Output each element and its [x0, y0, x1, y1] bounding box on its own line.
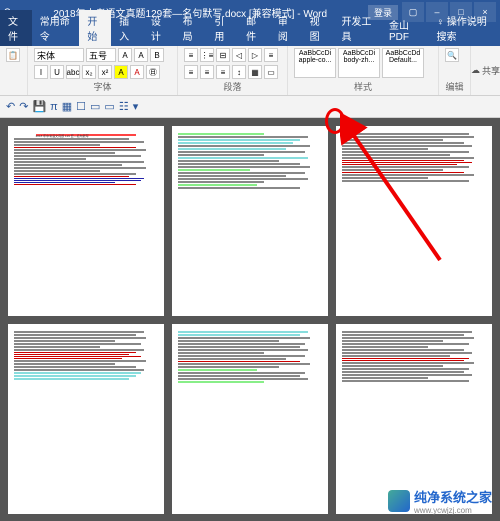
watermark: 纯净系统之家 www.ycwjzj.com	[388, 487, 492, 515]
page-thumbnail[interactable]	[336, 126, 492, 316]
line-spacing-button[interactable]: ↕	[232, 65, 246, 79]
tab-references[interactable]: 引用	[206, 10, 238, 46]
tab-home[interactable]: 开始	[79, 10, 111, 46]
style-item[interactable]: AaBbCcDdDefault...	[382, 48, 424, 78]
borders-button[interactable]: ▭	[264, 65, 278, 79]
shape-icon[interactable]: ☷	[119, 100, 129, 113]
tab-design[interactable]: 设计	[143, 10, 175, 46]
bullets-button[interactable]: ≡	[184, 48, 198, 62]
underline-button[interactable]: U	[50, 65, 64, 79]
page-thumbnail[interactable]	[8, 324, 164, 514]
font-family-select[interactable]: 宋体	[34, 48, 84, 62]
paragraph-group-label: 段落	[184, 80, 281, 93]
more-icon[interactable]: ▾	[133, 100, 139, 113]
pi-icon[interactable]: π	[50, 101, 58, 113]
styles-group-label: 样式	[294, 80, 432, 93]
align-left-button[interactable]: ≡	[264, 48, 278, 62]
increase-indent-button[interactable]: ▷	[248, 48, 262, 62]
text-effects-button[interactable]: x₂	[82, 65, 96, 79]
increase-font-button[interactable]: A	[118, 48, 132, 62]
font-group-label: 字体	[34, 80, 171, 93]
font-color-button[interactable]: A	[130, 65, 144, 79]
watermark-url: www.ycwjzj.com	[414, 506, 492, 515]
ribbon: 📋 宋体 五号 A A B I U abc x₂ x² A A ㊐ 字体 ≡ ⋮…	[0, 46, 500, 96]
watermark-brand: 纯净系统之家	[414, 487, 492, 506]
style-item[interactable]: AaBbCcDibody-zh...	[338, 48, 380, 78]
doc-icon[interactable]: ☐	[76, 100, 86, 113]
numbering-button[interactable]: ⋮≡	[200, 48, 214, 62]
document-canvas[interactable]: 2018 年中考语文真题 129 套—名句默写	[0, 118, 500, 521]
superscript-button[interactable]: x²	[98, 65, 112, 79]
page-thumbnail[interactable]: 2018 年中考语文真题 129 套—名句默写	[8, 126, 164, 316]
tab-review[interactable]: 审阅	[270, 10, 302, 46]
style-item[interactable]: AaBbCcDiapple-co...	[294, 48, 336, 78]
multilevel-button[interactable]: ⊟	[216, 48, 230, 62]
decrease-font-button[interactable]: A	[134, 48, 148, 62]
share-button[interactable]: ☁ 共享	[471, 46, 500, 95]
italic-button[interactable]: I	[34, 65, 48, 79]
tab-mailings[interactable]: 邮件	[238, 10, 270, 46]
tell-me[interactable]: ♀ 操作说明搜索	[429, 10, 500, 46]
tab-layout[interactable]: 布局	[175, 10, 207, 46]
highlight-button[interactable]: A	[114, 65, 128, 79]
decrease-indent-button[interactable]: ◁	[232, 48, 246, 62]
table-icon[interactable]: ▦	[62, 100, 72, 113]
paste-button[interactable]: 📋	[6, 48, 20, 62]
watermark-logo-icon	[388, 490, 410, 512]
tab-developer[interactable]: 开发工具	[333, 10, 381, 46]
strikethrough-button[interactable]: abc	[66, 65, 80, 79]
align-center-button[interactable]: ≡	[184, 65, 198, 79]
editing-group-label: 编辑	[445, 80, 464, 93]
find-button[interactable]: 🔍	[445, 48, 459, 62]
undo-icon[interactable]: ↶	[6, 100, 15, 113]
tab-common[interactable]: 常用命令	[32, 10, 80, 46]
ribbon-tabs: 文件 常用命令 开始 插入 设计 布局 引用 邮件 审阅 视图 开发工具 金山P…	[0, 24, 500, 46]
quick-access-toolbar: ↶ ↷ 💾 π ▦ ☐ ▭ ▭ ☷ ▾	[0, 96, 500, 118]
save-icon[interactable]: 💾	[32, 100, 46, 113]
img-icon[interactable]: ▭	[104, 100, 114, 113]
tab-view[interactable]: 视图	[302, 10, 334, 46]
chart-icon[interactable]: ▭	[90, 100, 100, 113]
shading-button[interactable]: ▦	[248, 65, 262, 79]
page-title: 2018 年中考语文真题 129 套—名句默写	[36, 134, 137, 136]
bold-button[interactable]: B	[150, 48, 164, 62]
char-shading-button[interactable]: ㊐	[146, 65, 160, 79]
page-thumbnail[interactable]	[336, 324, 492, 514]
font-size-select[interactable]: 五号	[86, 48, 116, 62]
tab-file[interactable]: 文件	[0, 10, 32, 46]
page-thumbnail[interactable]	[172, 126, 328, 316]
justify-button[interactable]: ≡	[216, 65, 230, 79]
redo-icon[interactable]: ↷	[19, 100, 28, 113]
tab-insert[interactable]: 插入	[111, 10, 143, 46]
tab-pdf[interactable]: 金山PDF	[381, 14, 429, 46]
page-thumbnail[interactable]	[172, 324, 328, 514]
align-right-button[interactable]: ≡	[200, 65, 214, 79]
